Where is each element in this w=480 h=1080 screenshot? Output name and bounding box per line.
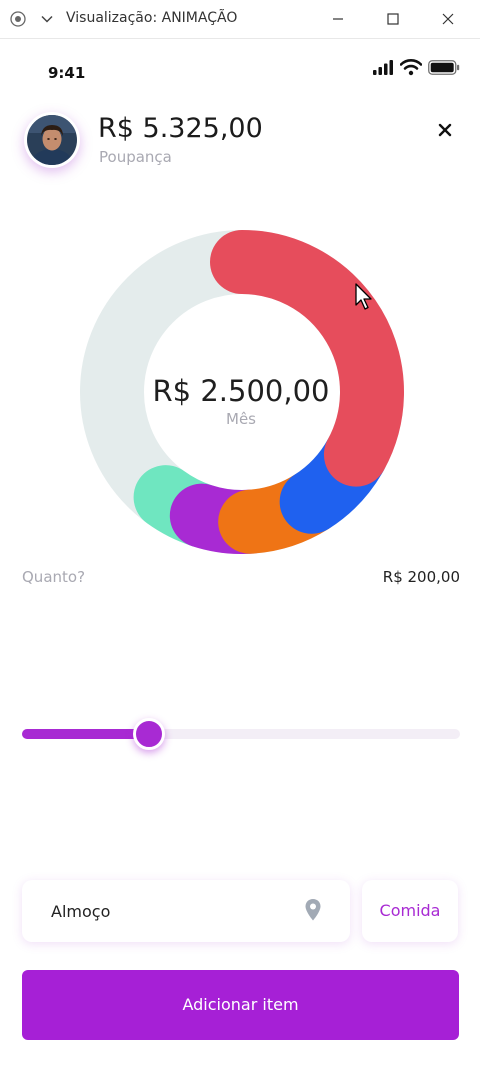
amount-slider[interactable] bbox=[22, 718, 460, 752]
maximize-icon[interactable] bbox=[379, 8, 407, 30]
slider-thumb[interactable] bbox=[133, 718, 165, 750]
account-type: Poupança bbox=[99, 148, 172, 166]
add-item-button[interactable]: Adicionar item bbox=[22, 970, 459, 1040]
signal-icon bbox=[373, 60, 393, 75]
mouse-cursor-icon bbox=[355, 283, 372, 310]
window-title-bar: Visualização: ANIMAÇÃO bbox=[0, 0, 480, 39]
status-time: 9:41 bbox=[48, 64, 86, 82]
amount-value: R$ 200,00 bbox=[382, 568, 460, 586]
close-icon[interactable] bbox=[434, 119, 456, 141]
avatar[interactable] bbox=[27, 115, 77, 165]
period-label: Mês bbox=[226, 410, 256, 428]
chevron-down-icon[interactable] bbox=[40, 12, 54, 26]
monthly-amount: R$ 2.500,00 bbox=[152, 374, 330, 408]
account-balance: R$ 5.325,00 bbox=[98, 113, 263, 144]
category-button[interactable]: Comida bbox=[362, 880, 458, 942]
record-icon[interactable] bbox=[10, 11, 26, 27]
item-name-field[interactable] bbox=[22, 880, 350, 942]
minimize-icon[interactable] bbox=[324, 8, 352, 30]
battery-icon bbox=[428, 60, 460, 75]
item-name-input[interactable] bbox=[51, 902, 291, 921]
slider-fill bbox=[22, 729, 149, 739]
location-pin-icon[interactable] bbox=[304, 898, 322, 922]
window-title: Visualização: ANIMAÇÃO bbox=[66, 10, 238, 26]
amount-label: Quanto? bbox=[22, 568, 86, 586]
wifi-icon bbox=[400, 59, 422, 76]
window-close-icon[interactable] bbox=[434, 8, 462, 30]
